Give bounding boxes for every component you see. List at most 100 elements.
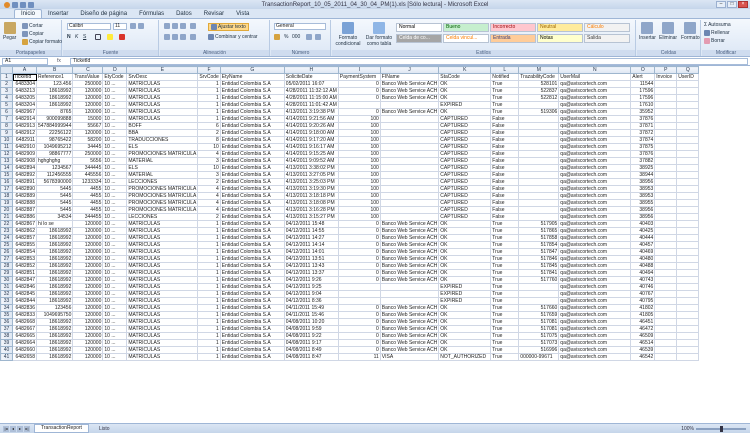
data-cell[interactable]: 112456555: [35, 171, 74, 179]
row-header[interactable]: 3: [0, 87, 13, 95]
data-cell[interactable]: [654, 136, 678, 144]
data-cell[interactable]: CAPTURED: [438, 199, 492, 207]
data-cell[interactable]: True: [490, 262, 520, 270]
data-cell[interactable]: [654, 283, 678, 291]
data-cell[interactable]: Entidad Colombia S.A: [219, 304, 285, 312]
row-header[interactable]: 24: [0, 234, 13, 242]
data-cell[interactable]: qa@aviscortech.com: [558, 94, 632, 102]
data-cell[interactable]: 37876: [630, 115, 656, 123]
data-cell[interactable]: 10 ...: [102, 255, 128, 263]
name-box[interactable]: A1: [2, 57, 48, 65]
data-cell[interactable]: 98765422: [35, 136, 74, 144]
data-cell[interactable]: [654, 129, 678, 137]
cell-style-option[interactable]: Incorrecto: [490, 23, 536, 32]
data-cell[interactable]: [676, 297, 700, 305]
fill-button[interactable]: Rellenar: [704, 30, 730, 36]
row-header[interactable]: 4: [0, 94, 13, 102]
data-cell[interactable]: [654, 318, 678, 326]
data-cell[interactable]: Banco Web Service ACH: [379, 87, 440, 95]
data-cell[interactable]: 4: [197, 206, 221, 214]
data-cell[interactable]: 04/12/2011 8:36: [283, 297, 339, 305]
wrap-text-button[interactable]: Ajustar texto: [208, 23, 249, 31]
data-cell[interactable]: [518, 185, 560, 193]
column-header[interactable]: F: [197, 66, 221, 74]
cell-style-option[interactable]: Entrada: [490, 34, 536, 43]
data-cell[interactable]: 120000: [72, 304, 104, 312]
data-cell[interactable]: 1233334: [72, 178, 104, 186]
data-cell[interactable]: qa@aviscortech.com: [558, 220, 632, 228]
data-cell[interactable]: qa@aviscortech.com: [558, 136, 632, 144]
data-cell[interactable]: [676, 185, 700, 193]
autosum-button[interactable]: Σ Autosuma: [704, 22, 731, 28]
data-cell[interactable]: [337, 101, 381, 109]
data-cell[interactable]: 6482914: [12, 115, 37, 123]
data-cell[interactable]: qa@aviscortech.com: [558, 171, 632, 179]
data-cell[interactable]: Banco Web Service ACH: [379, 94, 440, 102]
column-header[interactable]: G: [219, 66, 285, 74]
data-cell[interactable]: [518, 297, 560, 305]
data-cell[interactable]: 5678390000: [35, 178, 74, 186]
data-cell[interactable]: OK: [438, 262, 492, 270]
data-cell[interactable]: [676, 101, 700, 109]
row-header[interactable]: 41: [0, 353, 13, 361]
data-cell[interactable]: 4/14/2011 9:17:20 AM: [283, 136, 339, 144]
data-cell[interactable]: Entidad Colombia S.A: [219, 332, 285, 340]
data-cell[interactable]: 0: [337, 311, 381, 319]
data-cell[interactable]: Entidad Colombia S.A: [219, 248, 285, 256]
row-header[interactable]: 29: [0, 269, 13, 277]
format-cells-button[interactable]: Formato: [681, 22, 700, 41]
data-cell[interactable]: [676, 325, 700, 333]
data-cell[interactable]: True: [490, 108, 520, 116]
data-cell[interactable]: [654, 339, 678, 347]
column-header[interactable]: J: [379, 66, 440, 74]
row-header[interactable]: 11: [0, 143, 13, 151]
data-cell[interactable]: Entidad Colombia S.A: [219, 164, 285, 172]
sheet-tab[interactable]: TransactionReport: [34, 424, 89, 433]
font-color-button[interactable]: [119, 34, 125, 40]
data-cell[interactable]: Entidad Colombia S.A: [219, 276, 285, 284]
data-cell[interactable]: 46509: [630, 332, 656, 340]
data-cell[interactable]: 5445: [35, 192, 74, 200]
data-cell[interactable]: 6482854: [12, 248, 37, 256]
data-cell[interactable]: qa@aviscortech.com: [558, 129, 632, 137]
data-cell[interactable]: MATRICULAS: [126, 108, 199, 116]
data-cell[interactable]: 1: [197, 325, 221, 333]
data-cell[interactable]: 18618992: [35, 269, 74, 277]
data-cell[interactable]: 445556: [72, 171, 104, 179]
data-cell[interactable]: [676, 269, 700, 277]
data-cell[interactable]: 120000: [72, 220, 104, 228]
data-cell[interactable]: Entidad Colombia S.A: [219, 269, 285, 277]
data-cell[interactable]: [676, 122, 700, 130]
data-cell[interactable]: 04/12/2011 14:01: [283, 248, 339, 256]
data-cell[interactable]: qa@aviscortech.com: [558, 150, 632, 158]
thousands-button[interactable]: 000: [292, 34, 300, 40]
data-cell[interactable]: 98867777: [35, 150, 74, 158]
data-cell[interactable]: False: [490, 171, 520, 179]
data-cell[interactable]: PROMOCIONES MATRICULA: [126, 199, 199, 207]
data-cell[interactable]: 10 ...: [102, 87, 128, 95]
data-cell[interactable]: Entidad Colombia S.A: [219, 192, 285, 200]
data-cell[interactable]: Entidad Colombia S.A: [219, 325, 285, 333]
data-cell[interactable]: 120000: [72, 318, 104, 326]
data-cell[interactable]: [676, 353, 700, 361]
data-cell[interactable]: MATRICULAS: [126, 346, 199, 354]
data-cell[interactable]: 1: [197, 339, 221, 347]
data-cell[interactable]: 18618992: [35, 339, 74, 347]
data-cell[interactable]: 10 ...: [102, 192, 128, 200]
data-cell[interactable]: [654, 115, 678, 123]
data-cell[interactable]: OK: [438, 318, 492, 326]
column-header[interactable]: P: [654, 66, 678, 74]
data-cell[interactable]: False: [490, 143, 520, 151]
data-cell[interactable]: MATRICULAS: [126, 269, 199, 277]
orientation-button[interactable]: [190, 23, 196, 29]
data-cell[interactable]: 46539: [630, 346, 656, 354]
data-cell[interactable]: 18618992: [35, 297, 74, 305]
data-cell[interactable]: [654, 234, 678, 242]
data-cell[interactable]: PROMOCIONES MATRICULA: [126, 206, 199, 214]
data-cell[interactable]: 18618992: [35, 318, 74, 326]
data-cell[interactable]: [379, 164, 440, 172]
data-cell[interactable]: 4: [197, 199, 221, 207]
data-cell[interactable]: False: [490, 150, 520, 158]
data-cell[interactable]: 41805: [630, 311, 656, 319]
font-size-combo[interactable]: 11: [113, 23, 127, 30]
